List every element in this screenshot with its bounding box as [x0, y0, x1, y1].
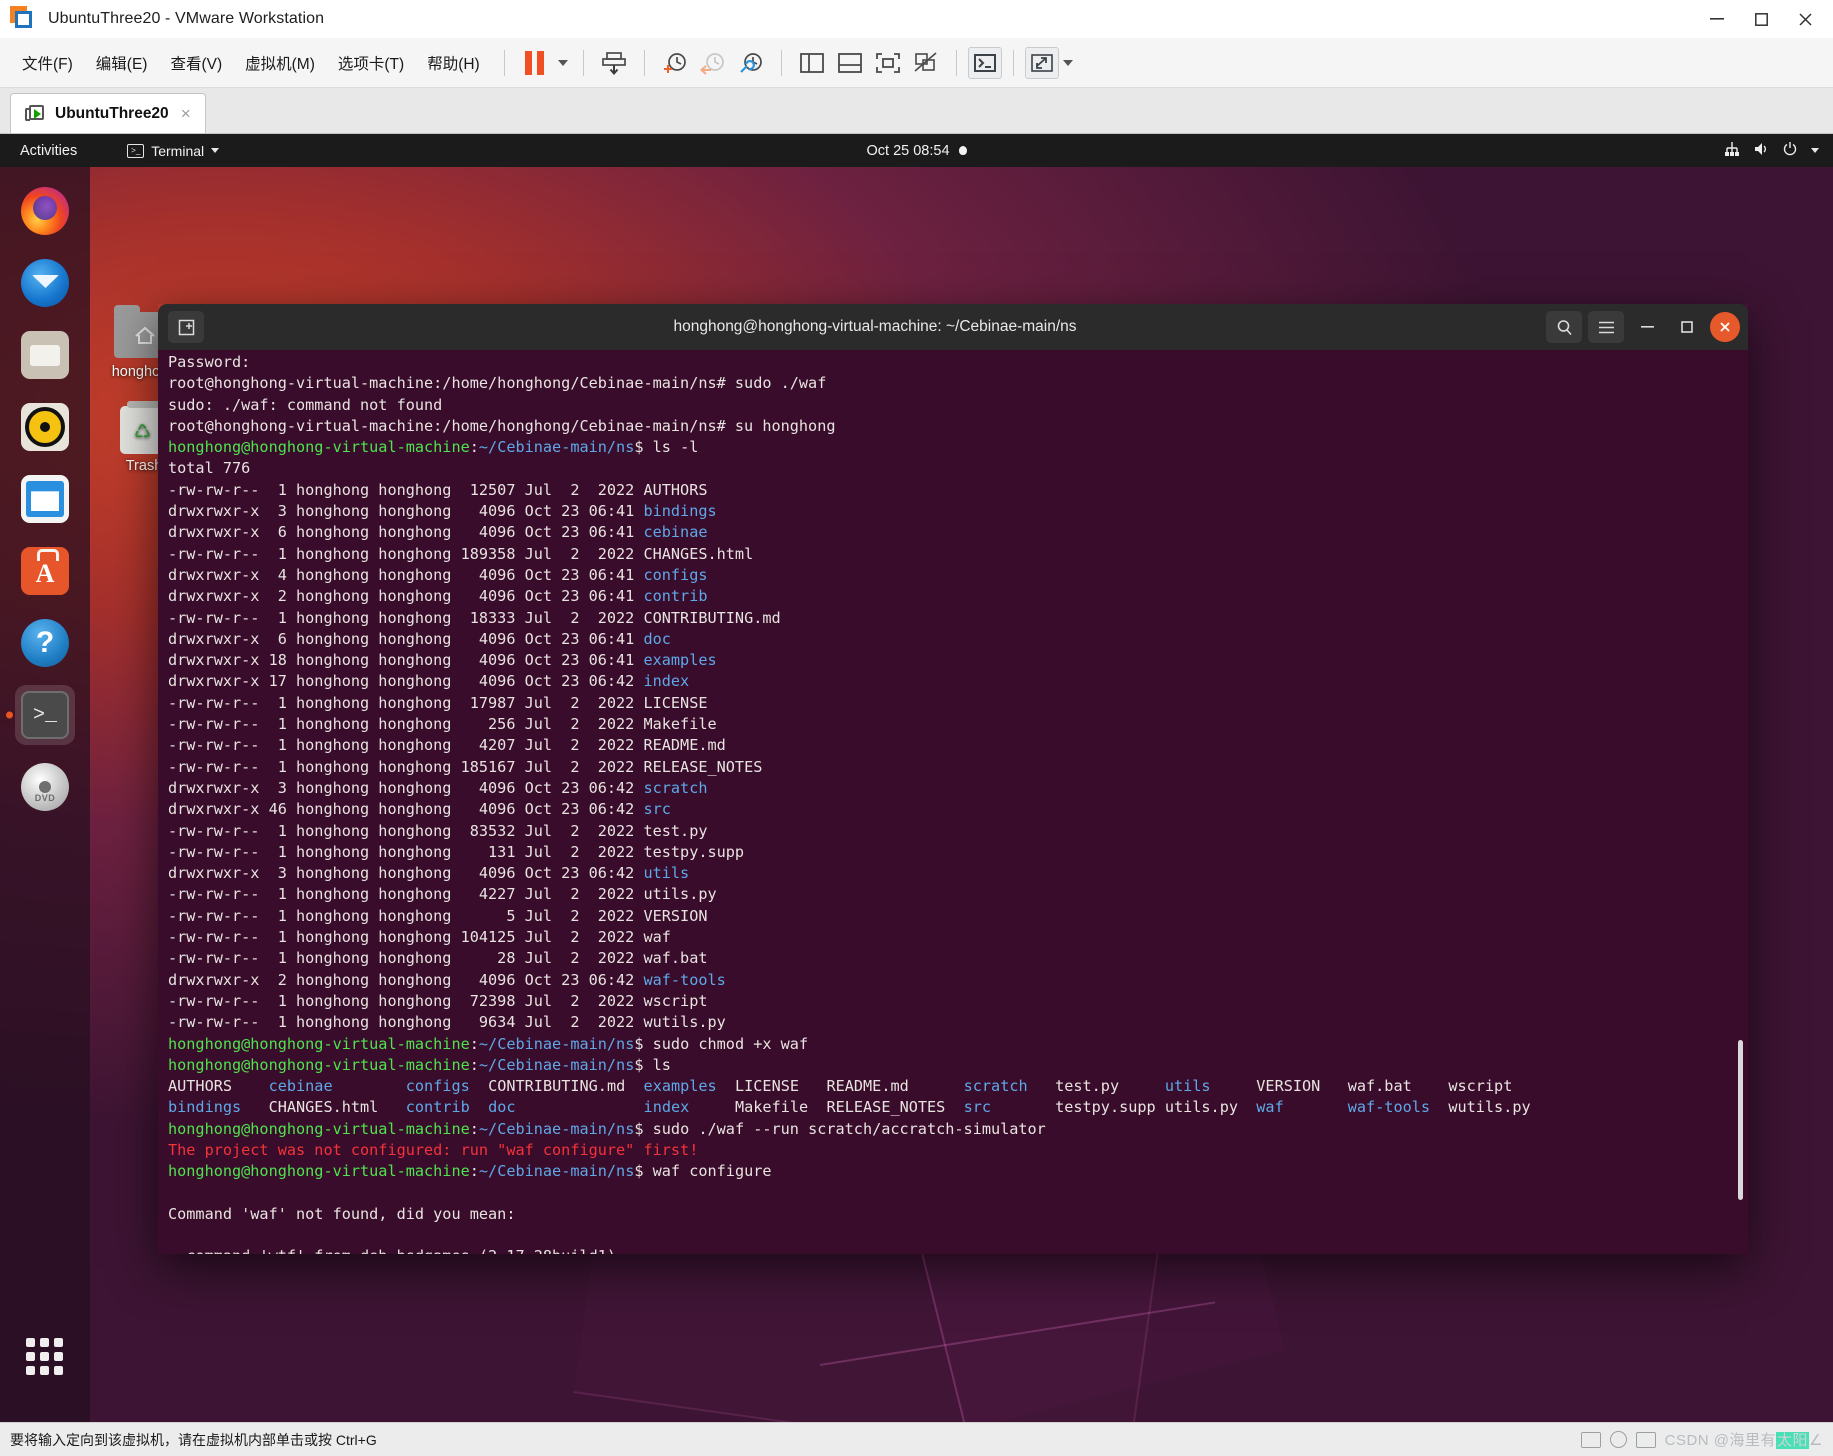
network-icon — [1724, 141, 1740, 160]
menu-file[interactable]: 文件(F) — [12, 48, 83, 78]
vmware-status-indicators: CSDN @海里有太阳∠ — [1580, 1429, 1823, 1450]
vm-tab-label: UbuntuThree20 — [55, 104, 169, 122]
activities-button[interactable]: Activities — [14, 141, 83, 161]
vmware-window-title: UbuntuThree20 - VMware Workstation — [48, 10, 325, 27]
console-view-icon[interactable] — [967, 46, 1002, 79]
revert-snapshot-icon[interactable] — [694, 44, 732, 82]
dock-item-help[interactable]: ? — [15, 613, 75, 673]
app-menu-terminal[interactable]: >_ Terminal — [127, 142, 220, 159]
minimize-icon[interactable] — [1695, 2, 1739, 36]
vmware-tab-strip: UbuntuThree20 × — [0, 88, 1833, 134]
disk-activity-icon[interactable] — [1609, 1431, 1627, 1448]
notification-dot-icon — [958, 146, 967, 155]
vmware-status-hint: 要将输入定向到该虚拟机，请在虚拟机内部单击或按 Ctrl+G — [10, 1431, 377, 1448]
close-icon[interactable] — [1783, 2, 1827, 36]
vmware-window-controls — [1695, 2, 1827, 36]
gnome-terminal-window[interactable]: honghong@honghong-virtual-machine: ~/Ceb… — [158, 304, 1748, 1254]
watermark-prefix: CSDN @海里有 — [1664, 1432, 1777, 1449]
pause-icon[interactable] — [516, 44, 554, 82]
dock-item-terminal[interactable]: >_ — [15, 685, 75, 745]
send-to-vm-icon[interactable] — [595, 44, 633, 82]
volume-icon — [1753, 141, 1769, 160]
dock-item-rhythmbox[interactable] — [15, 397, 75, 457]
menu-help[interactable]: 帮助(H) — [417, 48, 490, 78]
minimize-icon[interactable] — [1630, 312, 1664, 342]
dock-item-ubuntu-iso[interactable] — [15, 757, 75, 817]
vm-tab-ubuntuthree20[interactable]: UbuntuThree20 × — [10, 93, 206, 133]
toolbar-divider — [643, 49, 645, 76]
toolbar-divider — [582, 49, 584, 76]
take-snapshot-icon[interactable] — [656, 44, 694, 82]
help-icon: ? — [21, 619, 69, 667]
ubuntu-software-icon — [21, 547, 69, 595]
manage-snapshots-icon[interactable] — [732, 44, 770, 82]
new-tab-icon[interactable] — [168, 311, 204, 343]
toolbar-divider — [955, 49, 957, 76]
vmware-menu-bar: 文件(F) 编辑(E) 查看(V) 虚拟机(M) 选项卡(T) 帮助(H) — [0, 38, 1833, 88]
watermark-highlight: 太阳 — [1776, 1432, 1810, 1449]
dropdown-caret-icon[interactable] — [557, 59, 568, 66]
terminal-window-controls — [1546, 311, 1740, 343]
ubuntu-dock: ? >_ — [0, 167, 90, 1422]
system-menu-caret-icon — [1811, 148, 1819, 153]
maximize-icon[interactable] — [1670, 312, 1704, 342]
vmware-logo-icon — [10, 6, 36, 32]
guest-vm-viewport[interactable]: Activities >_ Terminal Oct 25 08:54 A ? … — [0, 134, 1833, 1422]
vmware-workstation-window: UbuntuThree20 - VMware Workstation 文件(F)… — [0, 0, 1833, 1456]
display-icon[interactable] — [1580, 1431, 1601, 1448]
terminal-icon: >_ — [127, 143, 145, 158]
terminal-scrollbar[interactable] — [1738, 1040, 1743, 1200]
dvd-disc-icon — [21, 763, 69, 811]
show-sidebar-icon[interactable] — [793, 44, 831, 82]
power-icon — [1782, 141, 1798, 160]
terminal-text: Password: root@honghong-virtual-machine:… — [168, 353, 1531, 1254]
clock-label: Oct 25 08:54 — [866, 142, 950, 159]
show-applications-button[interactable] — [26, 1338, 64, 1376]
fullscreen-caret-icon[interactable] — [1062, 59, 1073, 66]
hide-thumbnails-icon[interactable] — [907, 44, 945, 82]
vmware-status-bar: 要将输入定向到该虚拟机，请在虚拟机内部单击或按 Ctrl+G CSDN @海里有… — [0, 1422, 1833, 1456]
dock-item-ubuntu-software[interactable] — [15, 541, 75, 601]
libreoffice-writer-icon — [21, 475, 69, 523]
fullscreen-icon[interactable] — [1024, 46, 1059, 79]
thunderbird-icon — [21, 259, 69, 307]
terminal-title-bar: honghong@honghong-virtual-machine: ~/Ceb… — [158, 304, 1748, 350]
firefox-icon — [21, 187, 69, 235]
menu-vm[interactable]: 虚拟机(M) — [235, 48, 325, 78]
network-adapter-icon[interactable] — [1635, 1431, 1656, 1448]
menu-tabs[interactable]: 选项卡(T) — [328, 48, 414, 78]
system-tray[interactable] — [1724, 141, 1819, 160]
menu-view[interactable]: 查看(V) — [160, 48, 232, 78]
app-menu-label: Terminal — [151, 142, 205, 159]
terminal-icon: >_ — [21, 691, 69, 739]
chevron-down-icon — [211, 148, 220, 153]
dock-item-files[interactable] — [15, 325, 75, 385]
dock-item-libreoffice-writer[interactable] — [15, 469, 75, 529]
toolbar-divider — [503, 49, 505, 76]
dock-item-firefox[interactable] — [15, 181, 75, 241]
dock-item-thunderbird[interactable] — [15, 253, 75, 313]
toolbar-divider — [780, 49, 782, 76]
terminal-output-area[interactable]: Password: root@honghong-virtual-machine:… — [158, 350, 1748, 1254]
close-icon[interactable]: × — [179, 104, 193, 124]
svg-text:♺: ♺ — [134, 422, 151, 443]
hamburger-menu-icon[interactable] — [1588, 311, 1624, 343]
files-icon — [21, 331, 69, 379]
show-bottom-panel-icon[interactable] — [831, 44, 869, 82]
menu-edit[interactable]: 编辑(E) — [86, 48, 158, 78]
watermark-suffix: ∠ — [1809, 1432, 1823, 1449]
clock-button[interactable]: Oct 25 08:54 — [866, 142, 967, 159]
rhythmbox-icon — [21, 403, 69, 451]
maximize-icon[interactable] — [1739, 2, 1783, 36]
csdn-watermark: CSDN @海里有太阳∠ — [1665, 1429, 1823, 1450]
show-thumbnails-icon[interactable] — [869, 44, 907, 82]
vmware-title-bar: UbuntuThree20 - VMware Workstation — [0, 0, 1833, 38]
terminal-title: honghong@honghong-virtual-machine: ~/Ceb… — [673, 318, 1077, 335]
close-icon[interactable] — [1710, 312, 1740, 342]
gnome-top-bar: Activities >_ Terminal Oct 25 08:54 — [0, 134, 1833, 167]
search-icon[interactable] — [1546, 311, 1582, 343]
vm-tab-icon — [25, 104, 45, 123]
toolbar-divider — [1012, 49, 1014, 76]
